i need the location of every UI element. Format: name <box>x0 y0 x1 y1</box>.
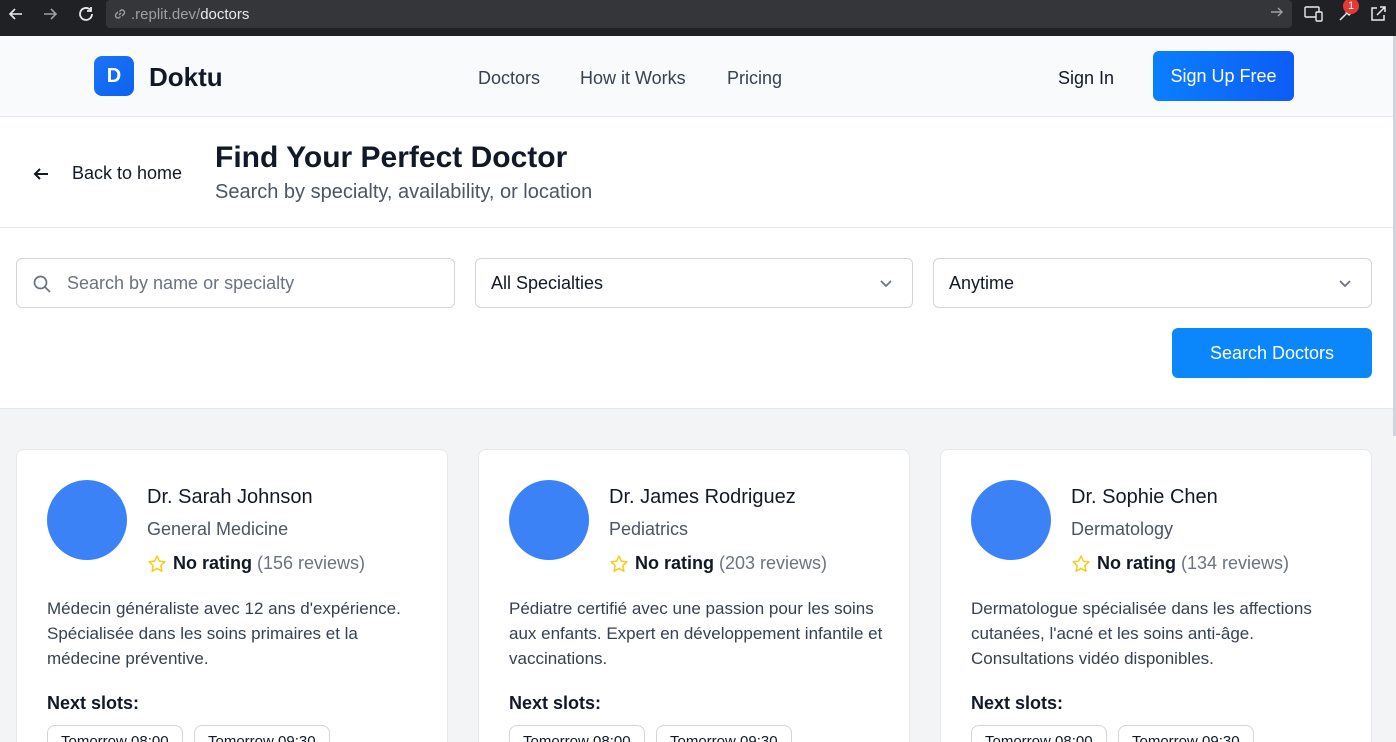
review-count: (203 reviews) <box>719 553 828 573</box>
open-new-tab-button[interactable] <box>1366 3 1390 25</box>
search-input[interactable]: Search by name or specialty <box>16 258 455 308</box>
review-count: (156 reviews) <box>257 553 366 573</box>
back-to-home-button[interactable]: Back to home <box>32 163 182 184</box>
star-icon <box>1071 554 1091 574</box>
page-header: Back to home Find Your Perfect Doctor Se… <box>0 117 1396 228</box>
site-header: D Doktu Doctors How it Works Pricing Sig… <box>0 36 1396 117</box>
search-panel: Search by name or specialty All Specialt… <box>0 228 1396 409</box>
doctor-card[interactable]: Dr. James Rodriguez Pediatrics No rating… <box>478 449 910 742</box>
nav-doctors[interactable]: Doctors <box>478 68 540 89</box>
star-icon <box>609 554 629 574</box>
doctor-name[interactable]: Dr. Sarah Johnson <box>147 486 313 509</box>
page-subtitle: Search by specialty, availability, or lo… <box>215 181 593 203</box>
time-slot-button[interactable]: Tomorrow 09:30 <box>194 725 330 742</box>
reload-icon <box>79 7 93 21</box>
back-label: Back to home <box>72 163 183 183</box>
brand-name[interactable]: Doktu <box>149 62 223 93</box>
doctor-rating: No rating (203 reviews) <box>609 553 827 574</box>
rating-text: No rating <box>635 553 714 573</box>
chevron-down-icon <box>1337 275 1353 291</box>
page-title: Find Your Perfect Doctor <box>215 141 568 174</box>
browser-forward-button[interactable] <box>36 3 64 25</box>
search-doctors-button[interactable]: Search Doctors <box>1172 328 1372 378</box>
external-link-icon <box>1371 6 1386 21</box>
avatar <box>971 480 1051 560</box>
browser-toolbar: .replit.dev/doctors 1 <box>0 0 1396 36</box>
doctor-rating: No rating (134 reviews) <box>1071 553 1289 574</box>
review-count: (134 reviews) <box>1181 553 1290 573</box>
devices-button[interactable] <box>1302 3 1326 25</box>
rating-text: No rating <box>1097 553 1176 573</box>
next-slots-label: Next slots: <box>971 693 1064 713</box>
browser-reload-button[interactable] <box>72 3 100 25</box>
availability-selected-value: Anytime <box>949 272 1015 293</box>
time-slot-button[interactable]: Tomorrow 09:30 <box>1118 725 1254 742</box>
search-placeholder: Search by name or specialty <box>67 272 295 293</box>
avatar <box>47 480 127 560</box>
link-icon <box>112 6 128 22</box>
star-icon <box>147 554 167 574</box>
arrow-right-icon <box>44 8 58 20</box>
rating-text: No rating <box>173 553 252 573</box>
specialty-selected-value: All Specialties <box>491 272 604 293</box>
time-slot-button[interactable]: Tomorrow 09:30 <box>656 725 792 742</box>
devices-icon <box>1304 6 1323 22</box>
doctor-card[interactable]: Dr. Sarah Johnson General Medicine No ra… <box>16 449 448 742</box>
arrow-left-icon <box>32 165 50 183</box>
next-slots-label: Next slots: <box>47 693 140 713</box>
doctor-name[interactable]: Dr. James Rodriguez <box>609 486 796 509</box>
time-slot-button[interactable]: Tomorrow 08:00 <box>47 725 183 742</box>
availability-select[interactable]: Anytime <box>933 258 1372 308</box>
doctor-name[interactable]: Dr. Sophie Chen <box>1071 486 1218 509</box>
arrow-left-icon <box>8 8 22 20</box>
go-arrow-icon[interactable] <box>1270 5 1284 23</box>
avatar <box>509 480 589 560</box>
search-icon <box>32 274 52 294</box>
doctor-card[interactable]: Dr. Sophie Chen Dermatology No rating (1… <box>940 449 1372 742</box>
doctor-description: Médecin généraliste avec 12 ans d'expéri… <box>47 599 401 668</box>
time-slot-button[interactable]: Tomorrow 08:00 <box>509 725 645 742</box>
nav-how-it-works[interactable]: How it Works <box>580 68 686 89</box>
url-host: .replit.dev/ <box>131 5 201 23</box>
nav-pricing[interactable]: Pricing <box>727 68 782 89</box>
doctor-description: Pédiatre certifié avec une passion pour … <box>509 599 883 668</box>
doctor-specialty: Dermatology <box>1071 519 1174 539</box>
browser-back-button[interactable] <box>2 3 30 25</box>
next-slots-label: Next slots: <box>509 693 602 713</box>
address-bar[interactable]: .replit.dev/doctors <box>106 0 1292 28</box>
time-slot-button[interactable]: Tomorrow 08:00 <box>971 725 1107 742</box>
doctor-description: Dermatologue spécialisée dans les affect… <box>971 599 1312 668</box>
doctor-rating: No rating (156 reviews) <box>147 553 365 574</box>
doctor-specialty: Pediatrics <box>609 519 689 539</box>
url-path: doctors <box>200 5 250 23</box>
chevron-down-icon <box>878 275 894 291</box>
sign-up-button[interactable]: Sign Up Free <box>1153 51 1294 101</box>
doctor-specialty: General Medicine <box>147 519 289 539</box>
sign-in-link[interactable]: Sign In <box>1058 68 1114 89</box>
logo-mark[interactable]: D <box>94 56 134 96</box>
specialty-select[interactable]: All Specialties <box>475 258 913 308</box>
